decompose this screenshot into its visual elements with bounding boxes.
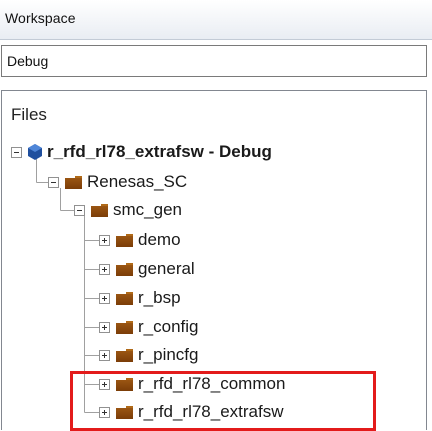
collapse-toggle-icon[interactable] xyxy=(74,204,85,216)
tree-row-r-bsp[interactable]: r_bsp xyxy=(99,286,181,310)
files-tree-header: Files xyxy=(11,105,47,124)
folder-icon xyxy=(65,175,82,189)
tree-row-r-config[interactable]: r_config xyxy=(99,315,198,339)
tree-row-demo[interactable]: demo xyxy=(99,228,181,252)
tree-row-project[interactable]: r_rfd_rl78_extrafsw - Debug xyxy=(11,140,272,164)
collapse-toggle-icon[interactable] xyxy=(11,146,22,158)
tree-row-smc-gen[interactable]: smc_gen xyxy=(74,198,182,222)
tree-item-label: r_config xyxy=(138,317,199,336)
folder-icon xyxy=(116,233,133,247)
workspace-titlebar[interactable]: Workspace xyxy=(0,0,432,40)
tree-item-label: Renesas_SC xyxy=(87,172,188,191)
collapse-toggle-icon[interactable] xyxy=(48,176,59,188)
expand-toggle-icon[interactable] xyxy=(99,292,110,304)
tree-item-label: r_bsp xyxy=(138,288,181,307)
workspace-window: Workspace Debug Files r_rfd_rl78_extrafs… xyxy=(0,0,432,431)
tree-row-general[interactable]: general xyxy=(99,257,195,281)
tree-item-label: smc_gen xyxy=(113,200,182,219)
build-config-select[interactable]: Debug xyxy=(1,45,427,77)
expand-toggle-icon[interactable] xyxy=(99,349,110,361)
tree-item-label: general xyxy=(138,259,195,278)
folder-icon xyxy=(116,348,133,362)
tree-item-label: r_pincfg xyxy=(138,345,199,364)
window-title: Workspace xyxy=(5,10,76,26)
tree-item-label: demo xyxy=(138,230,181,249)
build-config-value: Debug xyxy=(7,53,49,69)
red-highlight-box xyxy=(70,371,376,431)
folder-icon xyxy=(116,262,133,276)
tree-item-label: r_rfd_rl78_extrafsw - Debug xyxy=(47,142,272,161)
folder-icon xyxy=(91,203,108,217)
tree-row-renesas-sc[interactable]: Renesas_SC xyxy=(48,170,187,194)
project-icon xyxy=(28,144,42,160)
expand-toggle-icon[interactable] xyxy=(99,234,110,246)
folder-icon xyxy=(116,291,133,305)
folder-icon xyxy=(116,320,133,334)
expand-toggle-icon[interactable] xyxy=(99,263,110,275)
expand-toggle-icon[interactable] xyxy=(99,321,110,333)
tree-row-r-pincfg[interactable]: r_pincfg xyxy=(99,343,198,367)
